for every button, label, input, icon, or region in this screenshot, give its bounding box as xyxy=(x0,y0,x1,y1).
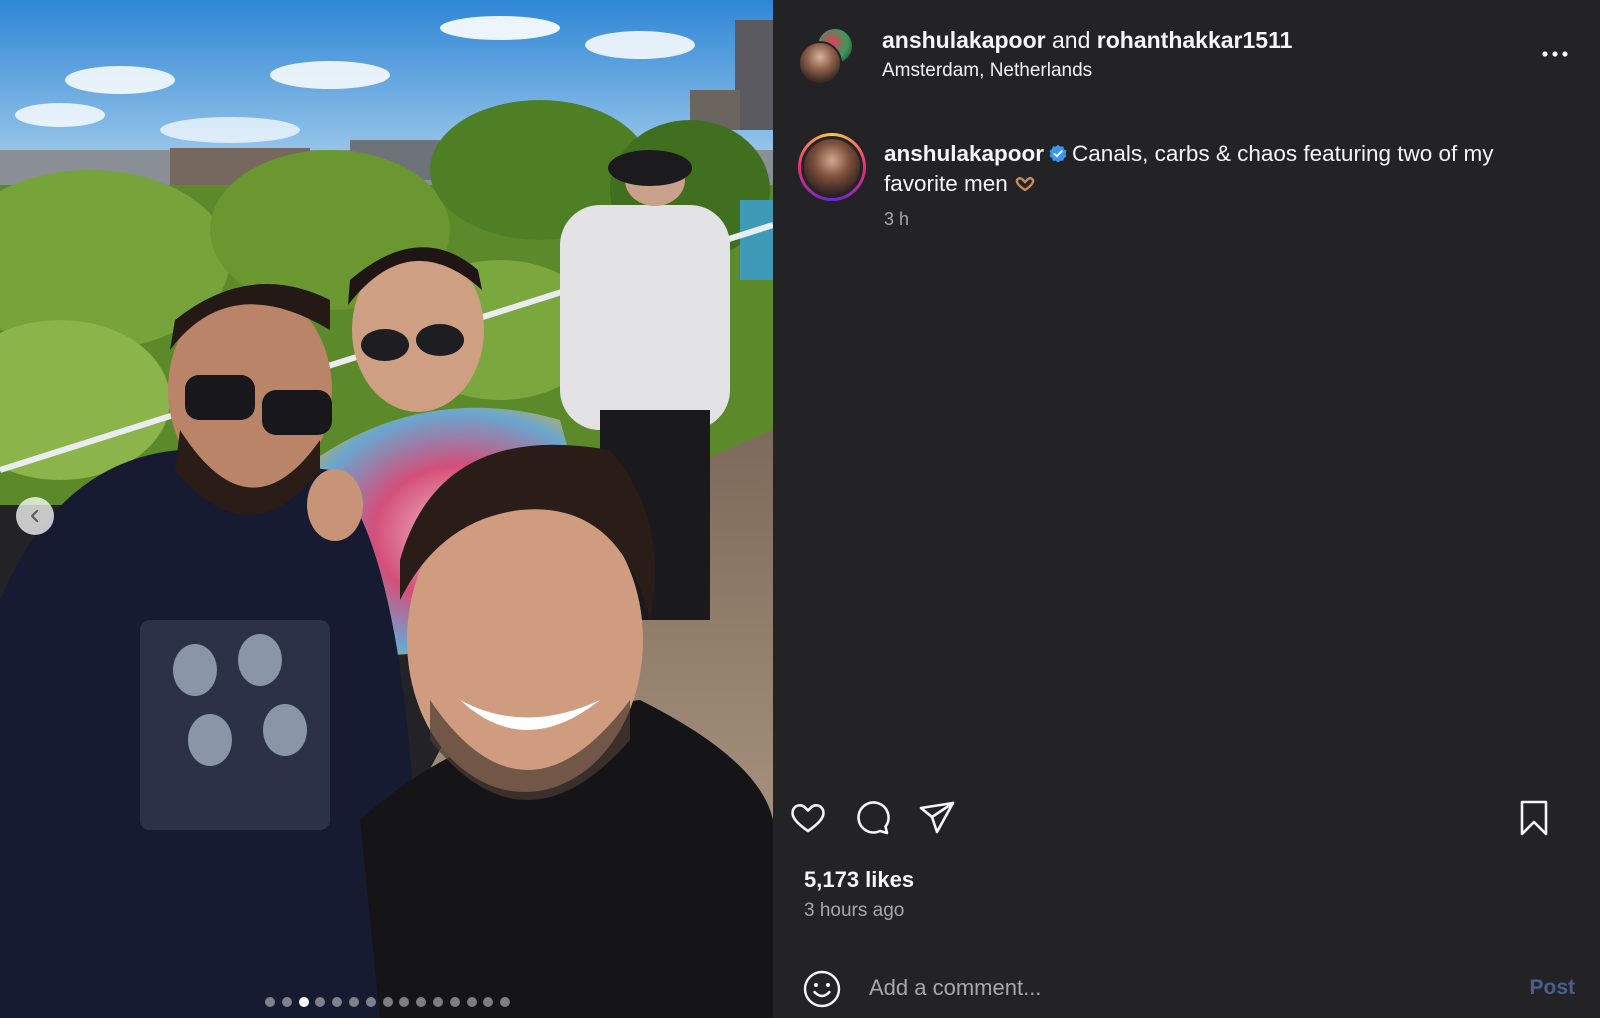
action-bar xyxy=(773,797,1600,839)
caption-avatar[interactable] xyxy=(798,133,866,201)
carousel-dot xyxy=(281,997,292,1007)
carousel-dot xyxy=(332,997,343,1007)
carousel-dot xyxy=(416,997,427,1007)
carousel-dot xyxy=(500,997,511,1007)
post-header: anshulakapoor and rohanthakkar1511 Amste… xyxy=(773,0,1600,118)
carousel-dot xyxy=(399,997,410,1007)
more-options-button[interactable] xyxy=(1540,46,1570,62)
carousel-dot xyxy=(315,997,326,1007)
photo-image xyxy=(0,0,773,1018)
owner-username[interactable]: anshulakapoor xyxy=(882,27,1046,53)
previous-slide-button[interactable] xyxy=(16,497,54,535)
carousel-dot xyxy=(365,997,376,1007)
carousel-dot xyxy=(432,997,443,1007)
post-comment-button[interactable]: Post xyxy=(1529,976,1575,1000)
comment-button[interactable] xyxy=(851,797,893,839)
share-button[interactable] xyxy=(916,797,958,839)
and-text: and xyxy=(1052,27,1091,53)
bookmark-icon xyxy=(1520,800,1548,836)
caption-username[interactable]: anshulakapoor xyxy=(884,141,1044,166)
carousel-dot xyxy=(265,997,275,1007)
comment-icon xyxy=(857,801,890,835)
header-text: anshulakapoor and rohanthakkar1511 Amste… xyxy=(882,26,1292,83)
carousel-dot xyxy=(483,997,494,1007)
like-count[interactable]: 5,173 likes xyxy=(804,867,914,893)
post-photo[interactable] xyxy=(0,0,773,1018)
carousel-dot xyxy=(382,997,393,1007)
heart-icon xyxy=(791,804,825,833)
comment-input[interactable] xyxy=(869,968,1469,1008)
post-details-panel: anshulakapoor and rohanthakkar1511 Amste… xyxy=(773,0,1600,1018)
post-timestamp[interactable]: 3 hours ago xyxy=(804,900,904,922)
more-horizontal-icon xyxy=(1542,51,1568,57)
collab-avatars[interactable] xyxy=(798,27,858,87)
carousel-dot xyxy=(466,997,477,1007)
carousel-dot xyxy=(348,997,359,1007)
post-modal: anshulakapoor and rohanthakkar1511 Amste… xyxy=(0,0,1600,1018)
carousel-dot xyxy=(449,997,460,1007)
post-location[interactable]: Amsterdam, Netherlands xyxy=(882,59,1292,83)
send-icon xyxy=(919,801,955,834)
carousel-indicator xyxy=(265,997,511,1007)
comment-bar: Post xyxy=(773,956,1600,1018)
save-button[interactable] xyxy=(1513,797,1555,839)
like-button[interactable] xyxy=(787,797,829,839)
caption: anshulakapoor Canals, carbs & chaos feat… xyxy=(884,139,1564,199)
post-authors: anshulakapoor and rohanthakkar1511 xyxy=(882,26,1292,54)
emoji-picker-button[interactable] xyxy=(802,969,842,1009)
coauthor-username[interactable]: rohanthakkar1511 xyxy=(1097,27,1293,53)
chevron-left-icon xyxy=(31,509,39,523)
caption-timestamp[interactable]: 3 h xyxy=(884,209,909,230)
heart-hands-emoji-icon xyxy=(1015,177,1035,191)
owner-avatar xyxy=(798,41,842,85)
verified-badge-icon xyxy=(1049,144,1067,163)
smiley-icon xyxy=(803,970,841,1008)
carousel-dot-active xyxy=(298,997,309,1007)
